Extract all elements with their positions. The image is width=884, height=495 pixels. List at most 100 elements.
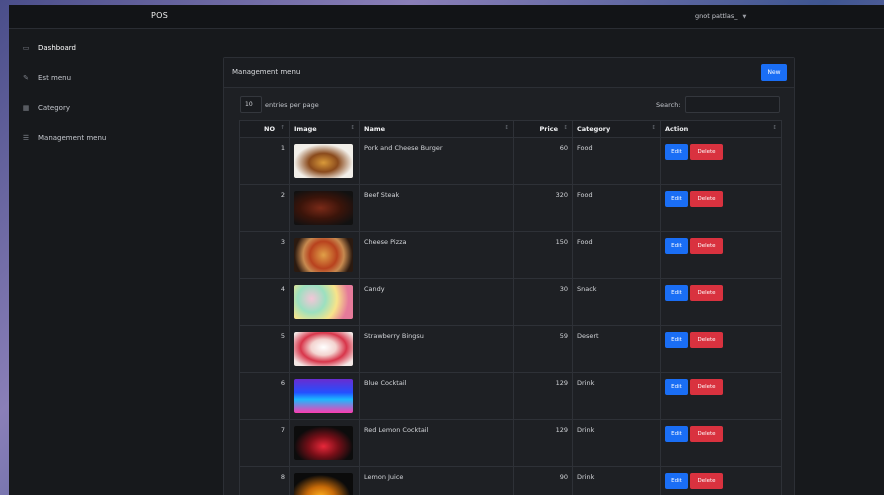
- action-cell: Edit Delete: [660, 231, 782, 279]
- page-length-select[interactable]: 10: [240, 96, 262, 113]
- sidebar-item-label: Management menu: [38, 134, 107, 142]
- item-name: Beef Steak: [359, 184, 514, 232]
- delete-button[interactable]: Delete: [690, 473, 723, 489]
- edit-button[interactable]: Edit: [665, 332, 688, 348]
- item-category: Food: [572, 184, 661, 232]
- table-header-row: NO ↑ Image ↕ Name ↕ Price ↕ Category ↕ Action…: [239, 120, 782, 138]
- table-row: 7 Red Lemon Cocktail 129 Drink Edit Dele…: [239, 419, 782, 467]
- page-title: Management menu: [232, 68, 301, 76]
- delete-button[interactable]: Delete: [690, 332, 723, 348]
- sidebar-item-label: Est menu: [38, 74, 72, 82]
- column-header-action[interactable]: Action ↕: [660, 120, 782, 138]
- sort-icon: ↕: [772, 125, 777, 131]
- top-navbar: POS gnot pattlas_ ▼: [9, 5, 884, 29]
- menu-table-wrap: NO ↑ Image ↕ Name ↕ Price ↕ Category ↕ Action…: [239, 120, 782, 495]
- brand-title[interactable]: POS: [151, 11, 168, 20]
- sort-icon: ↕: [350, 125, 355, 131]
- image-cell: [289, 372, 360, 420]
- item-price: 129: [513, 372, 573, 420]
- food-image: [294, 332, 353, 366]
- item-price: 30: [513, 278, 573, 326]
- delete-button[interactable]: Delete: [690, 144, 723, 160]
- sidebar-item-est-menu[interactable]: ✎ Est menu: [20, 71, 71, 85]
- sidebar-item-label: Category: [38, 104, 70, 112]
- row-number: 3: [239, 231, 290, 279]
- row-number: 4: [239, 278, 290, 326]
- item-price: 320: [513, 184, 573, 232]
- action-cell: Edit Delete: [660, 278, 782, 326]
- image-cell: [289, 184, 360, 232]
- item-name: Pork and Cheese Burger: [359, 137, 514, 185]
- action-cell: Edit Delete: [660, 325, 782, 373]
- grid-icon: ▦: [22, 104, 30, 112]
- sort-icon: ↕: [651, 125, 656, 131]
- item-price: 129: [513, 419, 573, 467]
- image-cell: [289, 137, 360, 185]
- sidebar-item-category[interactable]: ▦ Category: [20, 101, 70, 115]
- row-number: 2: [239, 184, 290, 232]
- table-row: 8 Lemon Juice 90 Drink Edit Delete: [239, 466, 782, 495]
- menu-table: NO ↑ Image ↕ Name ↕ Price ↕ Category ↕ Action…: [239, 120, 782, 495]
- delete-button[interactable]: Delete: [690, 379, 723, 395]
- column-header-name[interactable]: Name ↕: [359, 120, 514, 138]
- table-row: 2 Beef Steak 320 Food Edit Delete: [239, 184, 782, 232]
- table-row: 1 Pork and Cheese Burger 60 Food Edit De…: [239, 137, 782, 185]
- food-image: [294, 238, 353, 272]
- item-price: 90: [513, 466, 573, 495]
- item-price: 150: [513, 231, 573, 279]
- delete-button[interactable]: Delete: [690, 285, 723, 301]
- table-row: 5 Strawberry Bingsu 59 Desert Edit Delet…: [239, 325, 782, 373]
- delete-button[interactable]: Delete: [690, 191, 723, 207]
- row-number: 1: [239, 137, 290, 185]
- item-category: Food: [572, 231, 661, 279]
- sidebar-item-dashboard[interactable]: ▭ Dashboard: [20, 41, 76, 55]
- page-length-label: entries per page: [265, 101, 319, 109]
- action-cell: Edit Delete: [660, 419, 782, 467]
- column-header-category[interactable]: Category ↕: [572, 120, 661, 138]
- item-price: 59: [513, 325, 573, 373]
- image-cell: [289, 419, 360, 467]
- image-cell: [289, 231, 360, 279]
- item-category: Drink: [572, 466, 661, 495]
- sort-icon: ↕: [504, 125, 509, 131]
- item-name: Red Lemon Cocktail: [359, 419, 514, 467]
- pencil-icon: ✎: [23, 74, 29, 82]
- item-category: Desert: [572, 325, 661, 373]
- edit-button[interactable]: Edit: [665, 191, 688, 207]
- image-cell: [289, 325, 360, 373]
- column-header-image[interactable]: Image ↕: [289, 120, 360, 138]
- item-name: Cheese Pizza: [359, 231, 514, 279]
- item-name: Blue Cocktail: [359, 372, 514, 420]
- item-category: Snack: [572, 278, 661, 326]
- edit-button[interactable]: Edit: [665, 426, 688, 442]
- new-button[interactable]: New: [761, 64, 787, 81]
- column-header-price[interactable]: Price ↕: [513, 120, 573, 138]
- action-cell: Edit Delete: [660, 466, 782, 495]
- table-row: 6 Blue Cocktail 129 Drink Edit Delete: [239, 372, 782, 420]
- food-image: [294, 191, 353, 225]
- action-cell: Edit Delete: [660, 372, 782, 420]
- food-image: [294, 379, 353, 413]
- delete-button[interactable]: Delete: [690, 426, 723, 442]
- column-header-no[interactable]: NO ↑: [239, 120, 290, 138]
- app-window: POS gnot pattlas_ ▼ ▭ Dashboard ✎ Est men…: [9, 5, 884, 495]
- edit-button[interactable]: Edit: [665, 473, 688, 489]
- sort-icon: ↕: [563, 125, 568, 131]
- search-input[interactable]: [685, 96, 780, 113]
- sidebar: ▭ Dashboard ✎ Est menu ▦ Category ☰ Mana…: [9, 29, 214, 495]
- user-menu[interactable]: gnot pattlas_ ▼: [695, 12, 746, 20]
- sidebar-item-management-menu[interactable]: ☰ Management menu: [20, 131, 106, 145]
- sort-asc-icon: ↑: [280, 125, 285, 131]
- row-number: 6: [239, 372, 290, 420]
- item-name: Lemon Juice: [359, 466, 514, 495]
- edit-button[interactable]: Edit: [665, 379, 688, 395]
- delete-button[interactable]: Delete: [690, 238, 723, 254]
- image-cell: [289, 466, 360, 495]
- row-number: 7: [239, 419, 290, 467]
- edit-button[interactable]: Edit: [665, 144, 688, 160]
- item-category: Drink: [572, 419, 661, 467]
- edit-button[interactable]: Edit: [665, 285, 688, 301]
- edit-button[interactable]: Edit: [665, 238, 688, 254]
- chevron-down-icon: ▼: [742, 14, 747, 20]
- food-image: [294, 426, 353, 460]
